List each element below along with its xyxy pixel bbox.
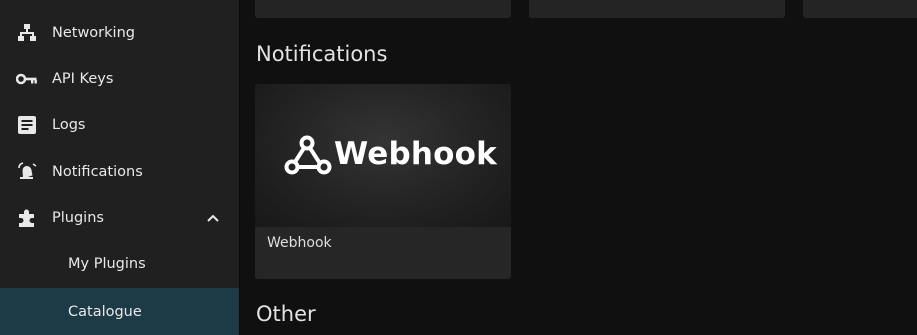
- sidebar-item-notifications[interactable]: Notifications: [0, 149, 239, 195]
- sidebar-item-networking[interactable]: Networking: [0, 10, 239, 56]
- sidebar-item-plugins[interactable]: Plugins: [0, 195, 239, 241]
- plugin-card-title: Webhook: [267, 235, 332, 251]
- plugin-card-webhook[interactable]: Webhook Webhook: [255, 84, 511, 279]
- sidebar-item-logs[interactable]: Logs: [0, 102, 239, 148]
- sidebar-item-catalogue[interactable]: Catalogue: [0, 288, 239, 335]
- plugin-card[interactable]: [255, 0, 511, 18]
- sidebar-item-label: API Keys: [52, 71, 114, 87]
- section-title-other: Other: [256, 302, 316, 326]
- sitemap-icon: [16, 22, 38, 44]
- section-title-notifications: Notifications: [256, 42, 388, 66]
- puzzle-icon: [16, 207, 38, 229]
- sidebar-item-label: Networking: [52, 25, 135, 41]
- plugin-card-image: Webhook: [255, 84, 511, 227]
- plugin-logo-text: Webhook: [334, 136, 497, 172]
- chevron-up-icon[interactable]: [206, 210, 220, 224]
- sidebar-item-label: Catalogue: [68, 303, 142, 320]
- plugin-card[interactable]: [529, 0, 785, 18]
- bell-alert-icon: [16, 161, 38, 183]
- sidebar-item-label: My Plugins: [68, 256, 146, 272]
- sidebar-item-label: Plugins: [52, 210, 104, 226]
- document-icon: [16, 114, 38, 136]
- sidebar-item-label: Logs: [52, 117, 86, 133]
- sidebar-item-api-keys[interactable]: API Keys: [0, 56, 239, 102]
- key-icon: [16, 68, 38, 90]
- main-content: Notifications Webhook Webhook Other: [240, 0, 917, 335]
- webhook-icon: [282, 132, 334, 178]
- sidebar-item-label: Notifications: [52, 164, 143, 180]
- sidebar: Networking API Keys Logs Notifications P…: [0, 0, 240, 335]
- sidebar-item-my-plugins[interactable]: My Plugins: [0, 241, 239, 287]
- plugin-card[interactable]: [803, 0, 917, 18]
